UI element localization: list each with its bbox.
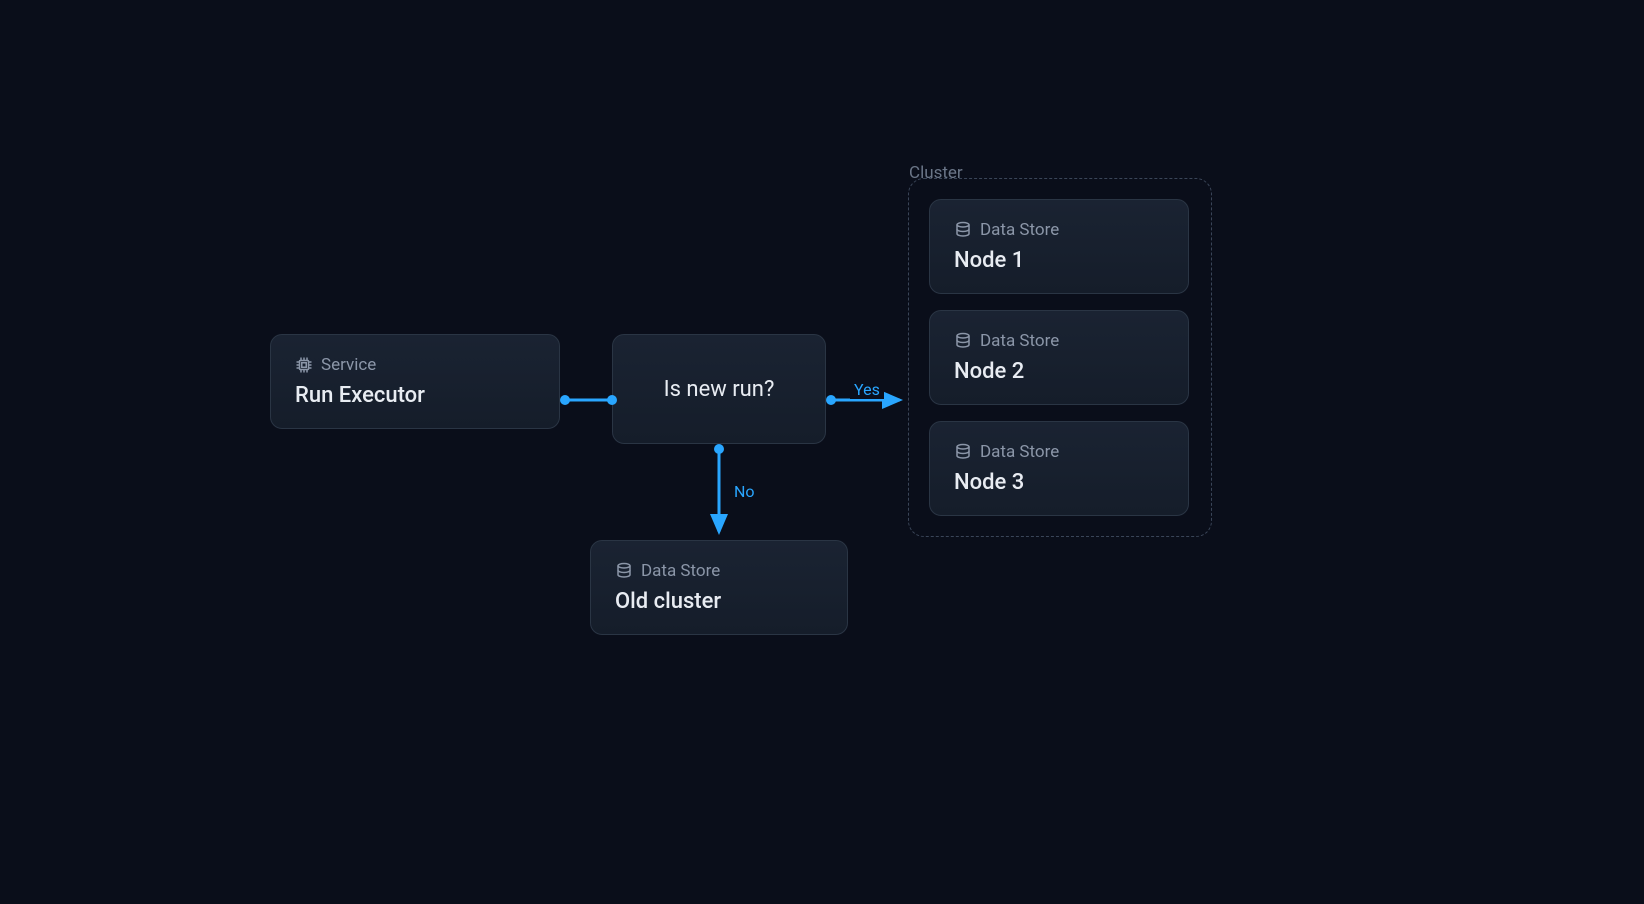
node-title: Node 2 <box>954 359 1164 384</box>
cluster-group: Cluster Data Store Node 1 Data Store Nod… <box>908 178 1212 537</box>
edge-label-yes: Yes <box>850 380 884 399</box>
cpu-icon <box>295 356 313 374</box>
node-title: Node 3 <box>954 470 1164 495</box>
node-type-label: Service <box>295 355 535 375</box>
node-type-text: Service <box>321 355 376 375</box>
edge-dot <box>714 444 724 454</box>
node-title: Run Executor <box>295 383 535 408</box>
node-run-executor[interactable]: Service Run Executor <box>270 334 560 429</box>
node-title: Node 1 <box>954 248 1164 273</box>
database-icon <box>954 332 972 350</box>
node-node-1[interactable]: Data Store Node 1 <box>929 199 1189 294</box>
edge-label-no: No <box>730 482 759 501</box>
node-type-label: Data Store <box>954 220 1164 240</box>
node-type-label: Data Store <box>954 442 1164 462</box>
cluster-label: Cluster <box>909 163 963 183</box>
node-node-2[interactable]: Data Store Node 2 <box>929 310 1189 405</box>
database-icon <box>954 443 972 461</box>
node-type-label: Data Store <box>954 331 1164 351</box>
edge-dot <box>560 395 570 405</box>
node-type-text: Data Store <box>641 561 720 581</box>
database-icon <box>954 221 972 239</box>
node-type-text: Data Store <box>980 442 1059 462</box>
node-type-label: Data Store <box>615 561 823 581</box>
node-old-cluster[interactable]: Data Store Old cluster <box>590 540 848 635</box>
node-title: Old cluster <box>615 589 823 614</box>
edges-layer <box>0 0 1644 904</box>
decision-is-new-run[interactable]: Is new run? <box>612 334 826 444</box>
database-icon <box>615 562 633 580</box>
node-type-text: Data Store <box>980 331 1059 351</box>
decision-text: Is new run? <box>664 377 775 402</box>
edge-dot <box>826 395 836 405</box>
node-type-text: Data Store <box>980 220 1059 240</box>
node-node-3[interactable]: Data Store Node 3 <box>929 421 1189 516</box>
